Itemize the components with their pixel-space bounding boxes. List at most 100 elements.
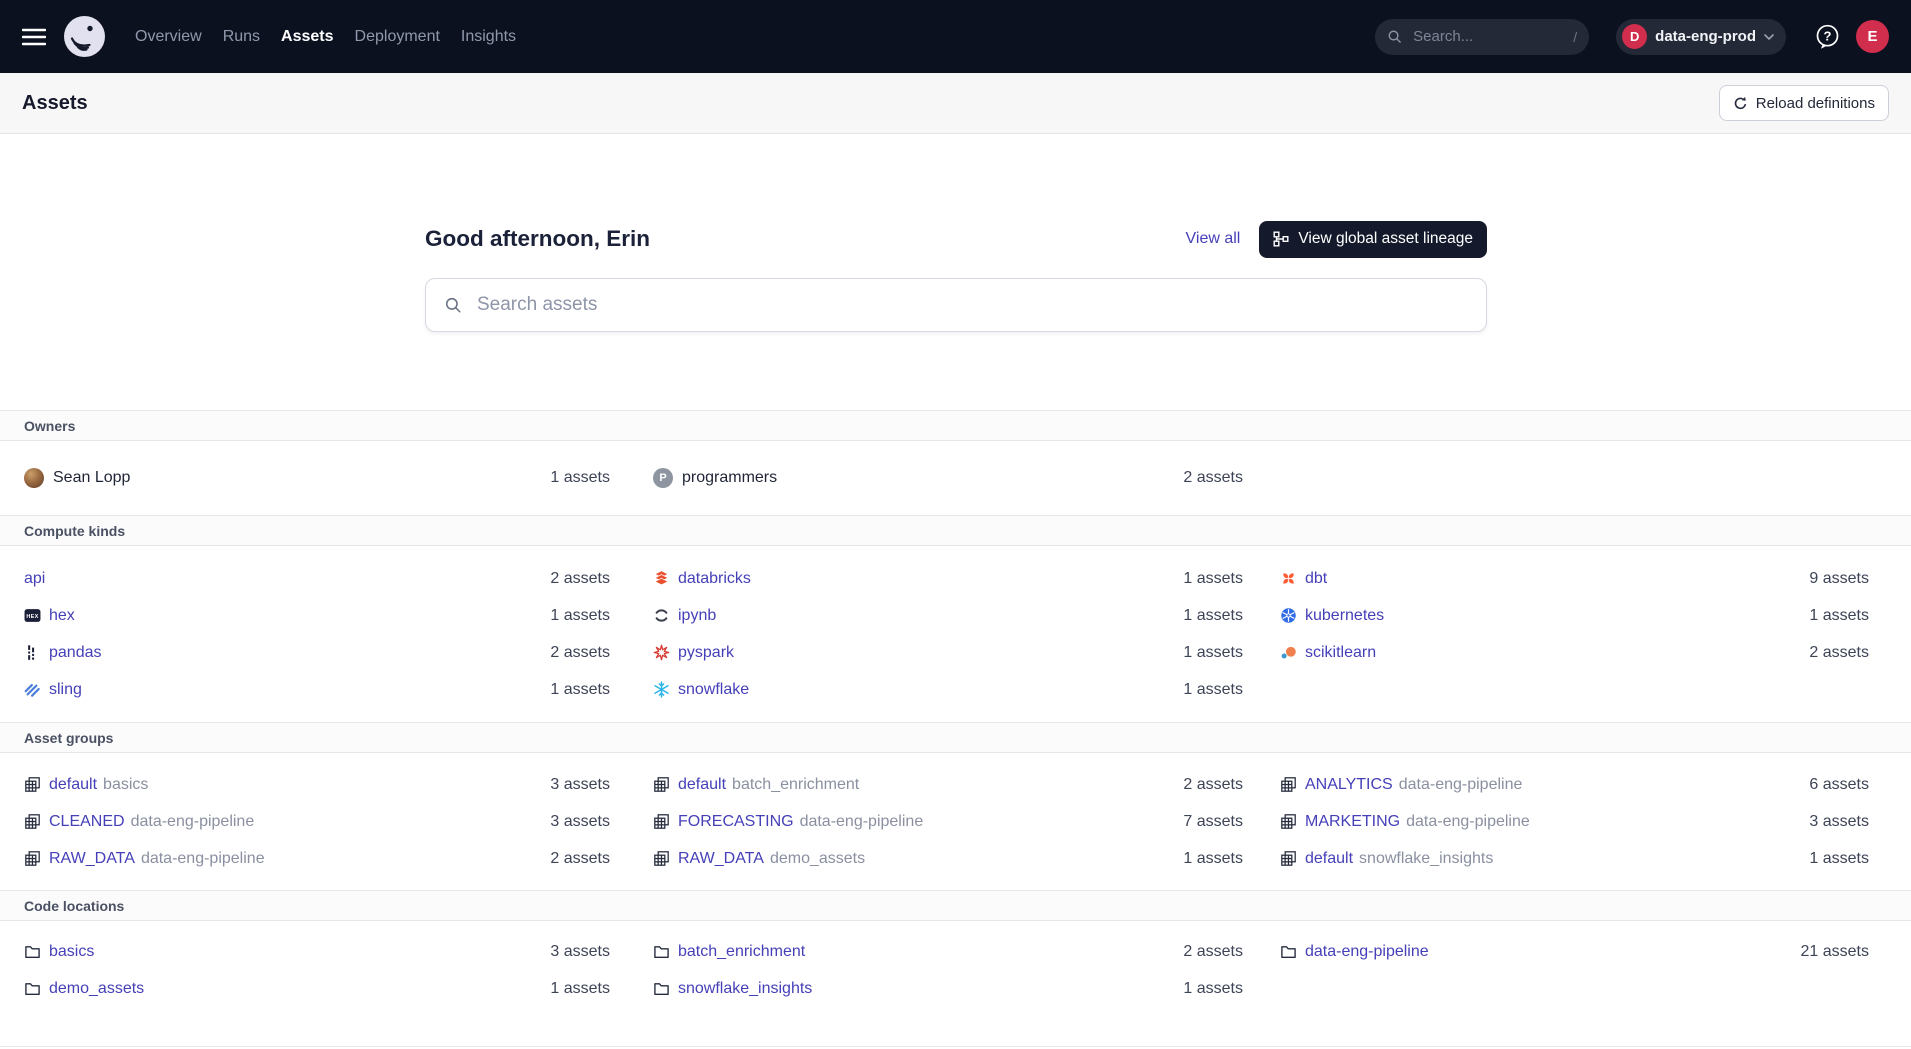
asset-link[interactable]: RAW_DATAdata-eng-pipeline xyxy=(49,850,265,868)
deployment-switcher[interactable]: D data-eng-prod xyxy=(1616,19,1786,55)
asset-link[interactable]: ANALYTICSdata-eng-pipeline xyxy=(1305,776,1522,794)
svg-text:HEX: HEX xyxy=(26,614,38,620)
summary-cell: RAW_DATAdemo_assets 1 assets xyxy=(653,850,1280,868)
asset-count: 3 assets xyxy=(550,776,610,794)
menu-icon[interactable] xyxy=(22,28,46,46)
asset-link[interactable]: dbt xyxy=(1305,570,1327,588)
asset-link[interactable]: FORECASTINGdata-eng-pipeline xyxy=(678,813,923,831)
asset-link-suffix: data-eng-pipeline xyxy=(1406,813,1530,830)
asset-group-icon xyxy=(1280,776,1297,793)
search-shortcut-hint: / xyxy=(1573,29,1577,45)
page-title: Assets xyxy=(22,92,88,115)
kubernetes-icon xyxy=(1280,607,1297,624)
asset-link[interactable]: basics xyxy=(49,943,94,961)
asset-count: 2 assets xyxy=(1183,776,1243,794)
asset-link[interactable]: RAW_DATAdemo_assets xyxy=(678,850,865,868)
asset-search-box[interactable] xyxy=(425,278,1487,332)
nav-overview[interactable]: Overview xyxy=(135,28,202,46)
table-row: HEXhex 1 assets ipynb 1 assets kubernete… xyxy=(0,597,1911,634)
section-code-locations: Code locations basics 3 assets batch_enr… xyxy=(0,890,1911,1007)
asset-count: 1 assets xyxy=(1183,644,1243,662)
nav-assets[interactable]: Assets xyxy=(281,28,333,46)
asset-link[interactable]: snowflake xyxy=(678,681,749,699)
table-row: RAW_DATAdata-eng-pipeline 2 assets RAW_D… xyxy=(0,840,1911,877)
asset-link[interactable]: api xyxy=(24,570,45,588)
asset-count: 1 assets xyxy=(1183,850,1243,868)
team-avatar: P xyxy=(653,468,673,488)
asset-link[interactable]: defaultbasics xyxy=(49,776,148,794)
asset-group-icon xyxy=(1280,850,1297,867)
section-header: Code locations xyxy=(0,890,1911,921)
summary-cell: RAW_DATAdata-eng-pipeline 2 assets xyxy=(24,850,653,868)
folder-icon xyxy=(653,980,670,997)
nav-deployment[interactable]: Deployment xyxy=(355,28,440,46)
owner-name: Sean Lopp xyxy=(53,469,130,487)
section-title: Asset groups xyxy=(24,730,113,746)
asset-link[interactable]: pyspark xyxy=(678,644,734,662)
asset-link[interactable]: defaultbatch_enrichment xyxy=(678,776,859,794)
asset-search-input[interactable] xyxy=(475,293,1468,317)
asset-group-icon xyxy=(653,850,670,867)
view-global-asset-lineage-button[interactable]: View global asset lineage xyxy=(1259,221,1487,258)
asset-count: 2 assets xyxy=(550,850,610,868)
nav-insights[interactable]: Insights xyxy=(461,28,516,46)
scikitlearn-icon xyxy=(1280,644,1297,661)
table-row: sling 1 assets snowflake 1 assets xyxy=(0,671,1911,708)
asset-summary-sections: Owners Sean Lopp 1 assets Pprogrammers 2… xyxy=(0,410,1911,1007)
asset-link[interactable]: databricks xyxy=(678,570,751,588)
deployment-name: data-eng-prod xyxy=(1655,28,1756,45)
summary-cell: sling 1 assets xyxy=(24,681,653,699)
asset-link[interactable]: scikitlearn xyxy=(1305,644,1376,662)
nav-runs[interactable]: Runs xyxy=(223,28,260,46)
chevron-down-icon xyxy=(1764,34,1774,40)
refresh-icon xyxy=(1733,96,1748,111)
asset-link[interactable]: MARKETINGdata-eng-pipeline xyxy=(1305,813,1530,831)
bottom-divider xyxy=(0,1046,1911,1047)
asset-link[interactable]: CLEANEDdata-eng-pipeline xyxy=(49,813,254,831)
sling-icon xyxy=(24,681,41,698)
table-row: api 2 assets databricks 1 assets dbt 9 a… xyxy=(0,560,1911,597)
search-icon xyxy=(444,296,462,314)
asset-link-suffix: data-eng-pipeline xyxy=(1399,776,1523,793)
asset-count: 7 assets xyxy=(1183,813,1243,831)
asset-link[interactable]: kubernetes xyxy=(1305,607,1384,625)
asset-link[interactable]: hex xyxy=(49,607,75,625)
hex-icon: HEX xyxy=(24,607,41,624)
global-search[interactable]: / xyxy=(1375,19,1589,55)
asset-link[interactable]: batch_enrichment xyxy=(678,943,805,961)
section-title: Compute kinds xyxy=(24,523,125,539)
summary-cell: snowflake_insights 1 assets xyxy=(653,980,1280,998)
help-icon[interactable]: ? xyxy=(1814,23,1841,50)
hero-section: Good afternoon, Erin View all View globa… xyxy=(425,134,1487,332)
summary-cell: defaultbatch_enrichment 2 assets xyxy=(653,776,1280,794)
asset-link-suffix: demo_assets xyxy=(770,850,865,867)
asset-count: 2 assets xyxy=(1183,943,1243,961)
folder-icon xyxy=(653,943,670,960)
asset-link[interactable]: demo_assets xyxy=(49,980,144,998)
asset-link-suffix: data-eng-pipeline xyxy=(141,850,265,867)
summary-cell: pandas 2 assets xyxy=(24,644,653,662)
asset-link[interactable]: sling xyxy=(49,681,82,699)
global-search-input[interactable] xyxy=(1411,27,1564,46)
summary-cell: data-eng-pipeline 21 assets xyxy=(1280,943,1869,961)
summary-cell: snowflake 1 assets xyxy=(653,681,1280,699)
asset-link[interactable]: data-eng-pipeline xyxy=(1305,943,1429,961)
asset-link[interactable]: pandas xyxy=(49,644,102,662)
asset-link-suffix: data-eng-pipeline xyxy=(800,813,924,830)
asset-link[interactable]: ipynb xyxy=(678,607,716,625)
summary-cell: defaultsnowflake_insights 1 assets xyxy=(1280,850,1869,868)
asset-link[interactable]: defaultsnowflake_insights xyxy=(1305,850,1493,868)
view-all-link[interactable]: View all xyxy=(1186,230,1241,248)
dagster-logo-icon[interactable] xyxy=(64,16,105,57)
asset-link[interactable]: snowflake_insights xyxy=(678,980,812,998)
summary-cell: MARKETINGdata-eng-pipeline 3 assets xyxy=(1280,813,1869,831)
section-owners: Owners Sean Lopp 1 assets Pprogrammers 2… xyxy=(0,410,1911,515)
asset-count: 1 assets xyxy=(1183,681,1243,699)
asset-count: 1 assets xyxy=(550,681,610,699)
snowflake-icon xyxy=(653,681,670,698)
user-avatar-button[interactable]: E xyxy=(1856,20,1889,53)
reload-definitions-button[interactable]: Reload definitions xyxy=(1719,85,1889,121)
summary-cell: batch_enrichment 2 assets xyxy=(653,943,1280,961)
asset-count: 1 assets xyxy=(1183,570,1243,588)
asset-count: 3 assets xyxy=(550,943,610,961)
